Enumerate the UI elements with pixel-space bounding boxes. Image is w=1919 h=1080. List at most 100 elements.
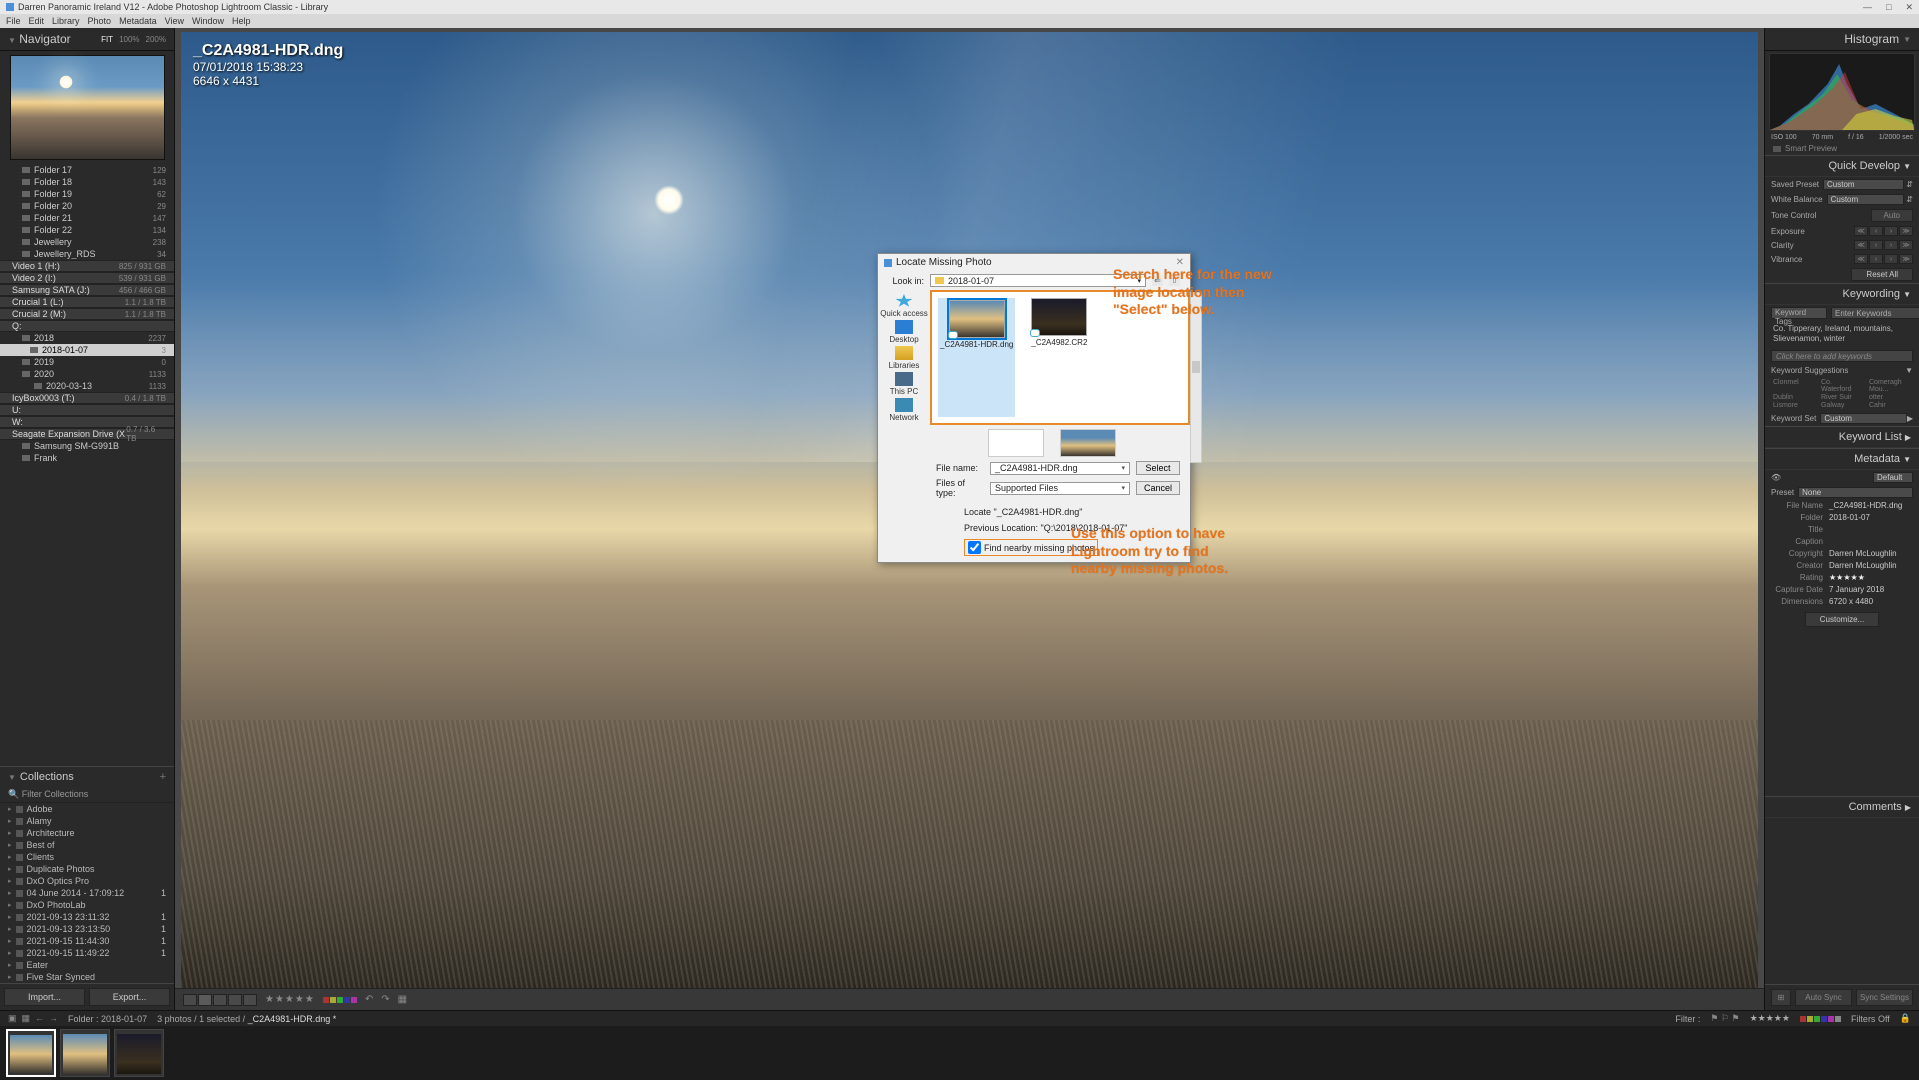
auto-tone-button[interactable]: Auto bbox=[1871, 209, 1913, 222]
navigator-header[interactable]: ▼ Navigator FIT 100% 200% bbox=[0, 28, 174, 51]
keyword-suggestion[interactable]: Co. Waterford bbox=[1821, 379, 1863, 393]
collection-row[interactable]: ▸2021-09-15 11:44:301 bbox=[0, 935, 174, 947]
keyword-suggestion[interactable]: otter bbox=[1869, 394, 1911, 401]
rotate-left-icon[interactable]: ↶ bbox=[365, 994, 373, 1005]
collection-row[interactable]: ▸Architecture bbox=[0, 827, 174, 839]
customize-button[interactable]: Customize... bbox=[1805, 612, 1879, 627]
auto-sync-button[interactable]: Auto Sync bbox=[1795, 989, 1852, 1006]
reset-all-button[interactable]: Reset All bbox=[1851, 268, 1913, 281]
exposure-buttons[interactable]: ≪‹›≫ bbox=[1854, 226, 1913, 236]
menu-window[interactable]: Window bbox=[192, 16, 224, 26]
drive-row[interactable]: Crucial 1 (L:)1.1 / 1.8 TB bbox=[0, 296, 174, 308]
collection-row[interactable]: ▸Eater bbox=[0, 959, 174, 971]
view-compare-icon[interactable] bbox=[213, 994, 227, 1006]
saved-preset-select[interactable]: Custom bbox=[1823, 179, 1904, 190]
folder-row[interactable]: Folder 1962 bbox=[0, 188, 174, 200]
file-item[interactable]: _C2A4982.CR2 bbox=[1031, 298, 1087, 417]
filmstrip-thumb[interactable] bbox=[60, 1029, 110, 1077]
folder-row[interactable]: 20182237 bbox=[0, 332, 174, 344]
color-labels[interactable] bbox=[323, 997, 357, 1003]
keyword-list-header[interactable]: Keyword List bbox=[1839, 431, 1902, 443]
drive-row[interactable]: Crucial 2 (M:)1.1 / 1.8 TB bbox=[0, 308, 174, 320]
filmstrip[interactable] bbox=[0, 1026, 1919, 1080]
metadata-row[interactable]: CopyrightDarren McLoughlin bbox=[1765, 548, 1919, 560]
keyword-suggestion[interactable]: Dublin bbox=[1773, 394, 1815, 401]
keyword-suggestion[interactable]: River Suir bbox=[1821, 394, 1863, 401]
metadata-row[interactable]: Dimensions6720 x 4480 bbox=[1765, 596, 1919, 608]
folder-row[interactable]: 2018-01-073 bbox=[0, 344, 174, 356]
drive-row[interactable]: Seagate Expansion Drive (X:)0.7 / 3.6 TB bbox=[0, 428, 174, 440]
folder-row[interactable]: Folder 22134 bbox=[0, 224, 174, 236]
place-this-pc[interactable]: This PC bbox=[890, 372, 918, 396]
keyword-tags-input[interactable] bbox=[1831, 307, 1919, 319]
keywording-header[interactable]: Keywording bbox=[1843, 288, 1900, 300]
import-button[interactable]: Import... bbox=[4, 988, 85, 1006]
metadata-preset-select[interactable]: None bbox=[1798, 487, 1913, 498]
zoom-200[interactable]: 200% bbox=[146, 35, 166, 44]
folder-row[interactable]: Jewellery238 bbox=[0, 236, 174, 248]
keyword-suggestion[interactable]: Galway bbox=[1821, 402, 1863, 409]
drive-row[interactable]: Video 2 (I:)539 / 931 GB bbox=[0, 272, 174, 284]
rating-stars[interactable]: ★★★★★ bbox=[265, 994, 315, 1005]
filmstrip-thumb[interactable] bbox=[114, 1029, 164, 1077]
color-filter[interactable] bbox=[1800, 1016, 1841, 1022]
collection-row[interactable]: ▸2021-09-15 11:49:221 bbox=[0, 947, 174, 959]
folder-row[interactable]: Folder 21147 bbox=[0, 212, 174, 224]
select-button[interactable]: Select bbox=[1136, 461, 1180, 475]
white-balance-select[interactable]: Custom bbox=[1827, 194, 1905, 205]
filmstrip-thumb[interactable] bbox=[6, 1029, 56, 1077]
menu-file[interactable]: File bbox=[6, 16, 21, 26]
metadata-header[interactable]: Metadata bbox=[1854, 453, 1900, 465]
cancel-button[interactable]: Cancel bbox=[1136, 481, 1180, 495]
filetype-combo[interactable]: Supported Files▾ bbox=[990, 482, 1130, 495]
filter-collections[interactable]: 🔍 Filter Collections bbox=[0, 787, 174, 803]
folder-row[interactable]: Frank bbox=[0, 452, 174, 464]
drive-row[interactable]: IcyBox0003 (T:)0.4 / 1.8 TB bbox=[0, 392, 174, 404]
metadata-row[interactable]: Title bbox=[1765, 524, 1919, 536]
grid-overlay-icon[interactable]: ▦ bbox=[398, 994, 407, 1005]
drive-row[interactable]: Samsung SATA (J:)456 / 466 GB bbox=[0, 284, 174, 296]
collection-row[interactable]: ▸Clients bbox=[0, 851, 174, 863]
filename-combo[interactable]: _C2A4981-HDR.dng▾ bbox=[990, 462, 1130, 475]
keyword-suggestion[interactable]: Lismore bbox=[1773, 402, 1815, 409]
folder-row[interactable]: 20201133 bbox=[0, 368, 174, 380]
sync-settings-button[interactable]: Sync Settings bbox=[1856, 989, 1913, 1006]
navigator-thumbnail[interactable] bbox=[10, 55, 165, 160]
forward-icon[interactable]: → bbox=[49, 1013, 58, 1024]
metadata-row[interactable]: Capture Date7 January 2018 bbox=[1765, 584, 1919, 596]
back-icon[interactable]: ← bbox=[35, 1013, 44, 1024]
second-window-icon[interactable]: ▣ bbox=[8, 1013, 17, 1024]
file-item[interactable]: _C2A4981-HDR.dng bbox=[938, 298, 1015, 417]
quick-develop-header[interactable]: Quick Develop bbox=[1828, 160, 1900, 172]
zoom-100[interactable]: 100% bbox=[119, 35, 139, 44]
zoom-fit[interactable]: FIT bbox=[101, 35, 113, 44]
menu-edit[interactable]: Edit bbox=[29, 16, 45, 26]
star-filter[interactable]: ★★★★★ bbox=[1750, 1013, 1790, 1024]
collection-row[interactable]: ▸2021-09-13 23:11:321 bbox=[0, 911, 174, 923]
keyword-suggestion[interactable]: Clonmel bbox=[1773, 379, 1815, 393]
folder-row[interactable]: Folder 18143 bbox=[0, 176, 174, 188]
collection-row[interactable]: ▸DxO Optics Pro bbox=[0, 875, 174, 887]
sync-switch[interactable]: ⊞ bbox=[1771, 989, 1791, 1006]
metadata-row[interactable]: File Name_C2A4981-HDR.dng bbox=[1765, 500, 1919, 512]
histogram[interactable] bbox=[1769, 53, 1915, 131]
filter-lock-icon[interactable]: 🔒 bbox=[1900, 1013, 1911, 1024]
view-grid-icon[interactable] bbox=[183, 994, 197, 1006]
folder-row[interactable]: Folder 17129 bbox=[0, 164, 174, 176]
rotate-right-icon[interactable]: ↷ bbox=[381, 994, 389, 1005]
export-button[interactable]: Export... bbox=[89, 988, 170, 1006]
collection-row[interactable]: ▸2021-09-13 23:13:501 bbox=[0, 923, 174, 935]
place-quick-access[interactable]: Quick access bbox=[880, 294, 928, 318]
comments-header[interactable]: Comments bbox=[1849, 801, 1902, 813]
drive-row[interactable]: U: bbox=[0, 404, 174, 416]
grid-icon[interactable]: ▦ bbox=[22, 1013, 31, 1024]
keywords-text[interactable]: Co. Tipperary, Ireland, mountains, Sliev… bbox=[1765, 321, 1919, 348]
add-keywords-field[interactable]: Click here to add keywords bbox=[1771, 350, 1913, 362]
place-libraries[interactable]: Libraries bbox=[889, 346, 920, 370]
collection-row[interactable]: ▸Adobe bbox=[0, 803, 174, 815]
menu-help[interactable]: Help bbox=[232, 16, 251, 26]
clarity-buttons[interactable]: ≪‹›≫ bbox=[1854, 240, 1913, 250]
filters-off[interactable]: Filters Off bbox=[1851, 1014, 1890, 1024]
close-button[interactable]: ✕ bbox=[1905, 2, 1913, 13]
menu-view[interactable]: View bbox=[165, 16, 184, 26]
